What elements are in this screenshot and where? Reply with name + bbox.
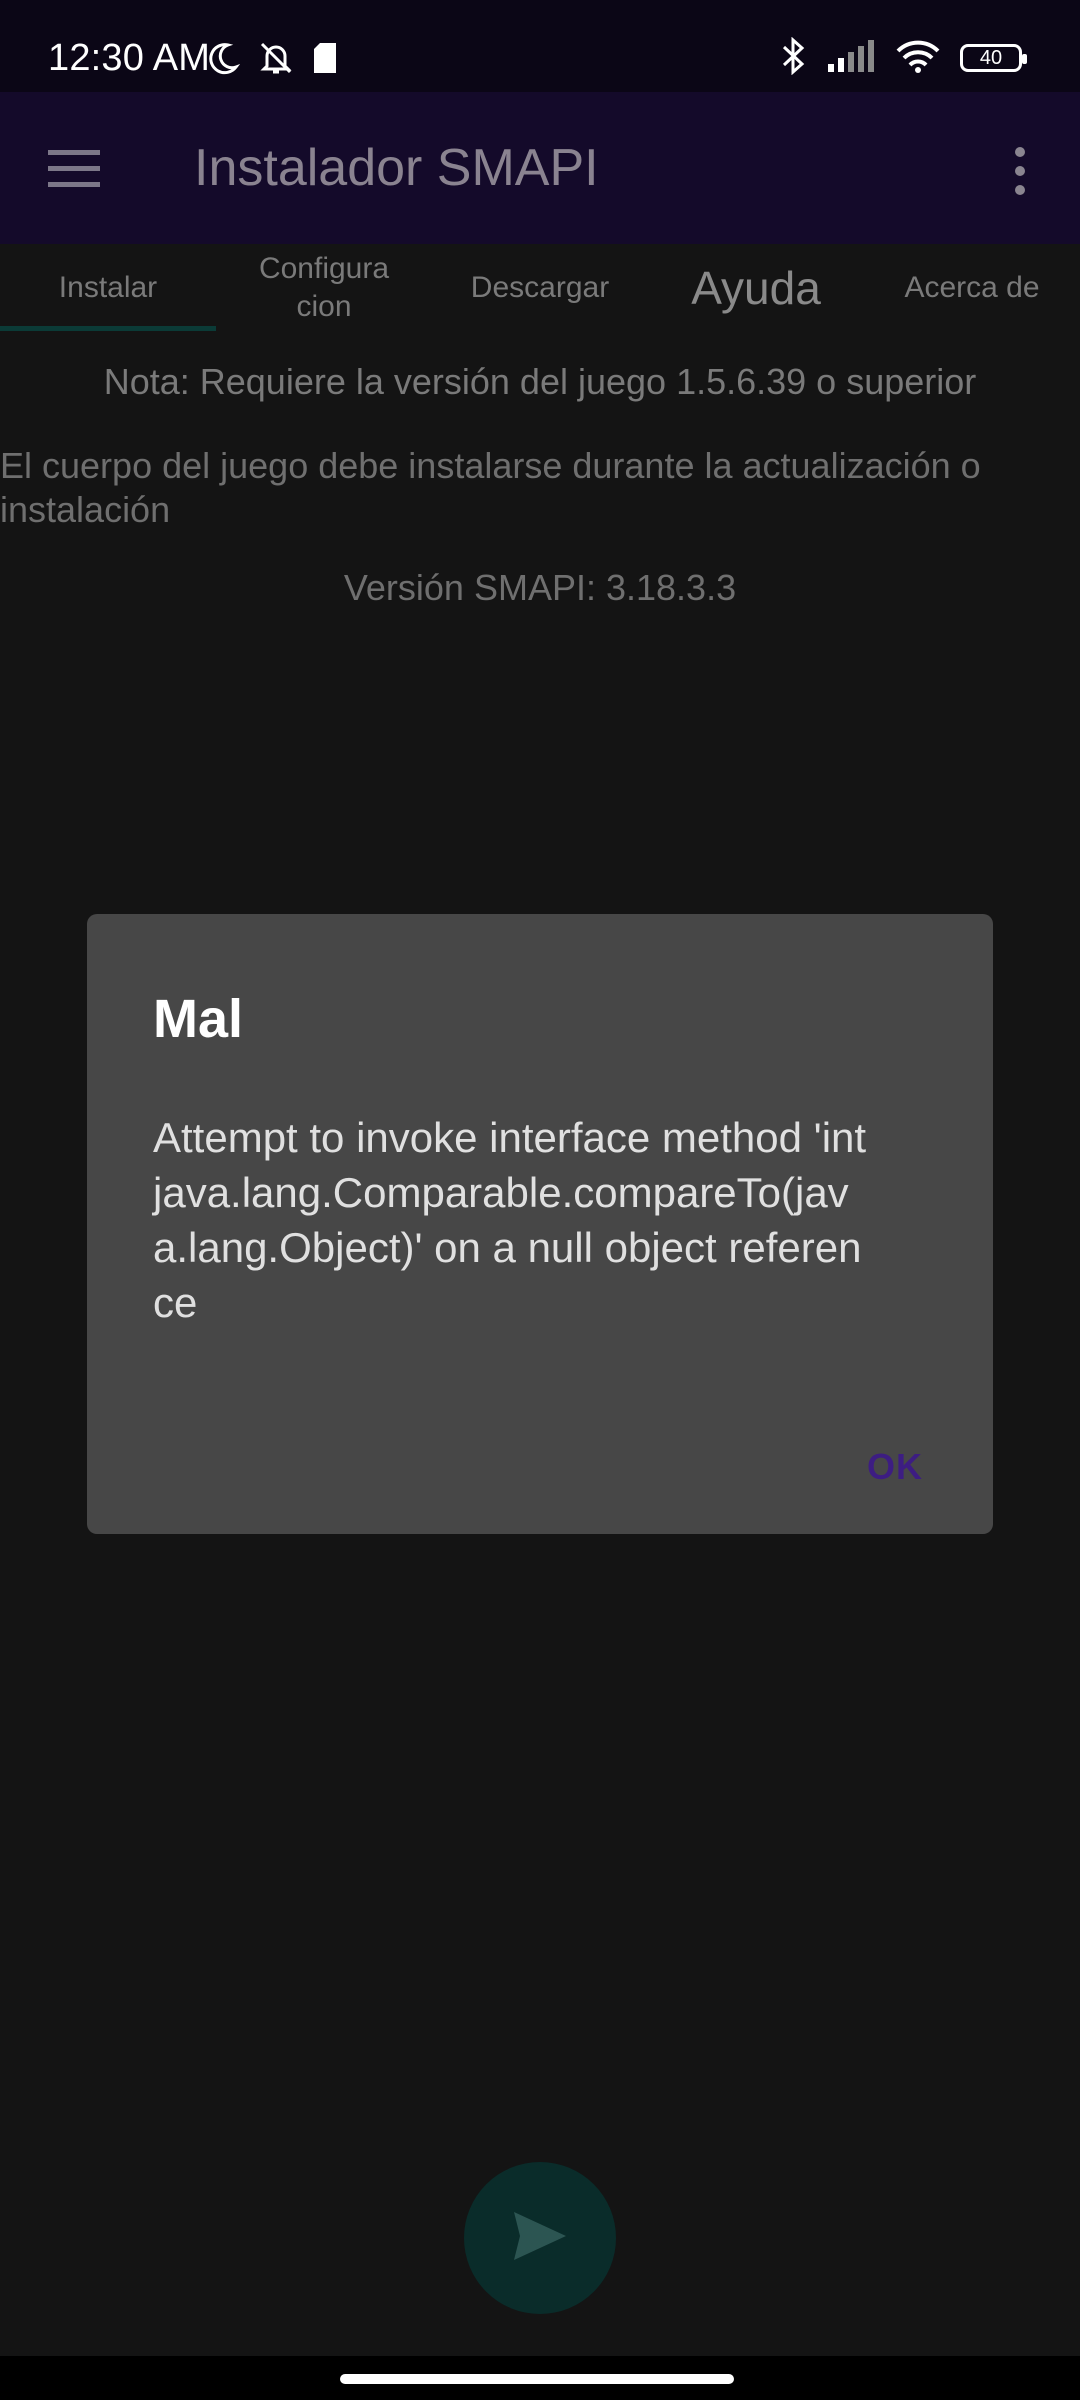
dialog-message: Attempt to invoke interface method 'int … bbox=[153, 1114, 867, 1326]
tab-ayuda[interactable]: Ayuda bbox=[648, 244, 864, 332]
moon-icon bbox=[206, 41, 241, 80]
more-vert-icon[interactable] bbox=[1014, 146, 1026, 196]
tab-configuracion[interactable]: Configura cion bbox=[216, 244, 432, 332]
bell-off-icon bbox=[258, 40, 294, 81]
tab-descargar[interactable]: Descargar bbox=[432, 244, 648, 332]
dialog-title: Mal bbox=[153, 989, 244, 1049]
app-title: Instalador SMAPI bbox=[194, 139, 599, 197]
send-icon bbox=[510, 2206, 570, 2271]
tab-acerca-de[interactable]: Acerca de bbox=[864, 244, 1080, 332]
status-right-icons: 40 bbox=[778, 36, 1027, 80]
smapi-version: Versión SMAPI: 3.18.3.3 bbox=[343, 567, 737, 608]
tab-indicator bbox=[0, 326, 216, 331]
app-bar: Instalador SMAPI bbox=[0, 92, 1080, 244]
tab-instalar[interactable]: Instalar bbox=[0, 244, 216, 332]
tab-bar: Instalar Configura cion Descargar Ayuda … bbox=[0, 244, 1080, 332]
status-left-icons bbox=[206, 38, 338, 82]
battery-icon: 40 bbox=[960, 44, 1027, 72]
requirement-note: Nota: Requiere la versión del juego 1.5.… bbox=[103, 361, 977, 402]
status-time: 12:30 AM bbox=[48, 37, 211, 79]
ok-button[interactable]: OK bbox=[867, 1446, 923, 1488]
signal-icon bbox=[828, 39, 876, 77]
install-info-text: El cuerpo del juego debe instalarse dura… bbox=[0, 445, 981, 530]
sim-card-icon bbox=[312, 42, 338, 79]
hamburger-menu-icon[interactable] bbox=[48, 148, 100, 188]
screen: 12:30 AM 40 Instalador SMAPI Instalar Co… bbox=[0, 0, 1080, 2400]
status-bar: 12:30 AM 40 bbox=[0, 0, 1080, 92]
install-fab-button[interactable] bbox=[464, 2162, 616, 2314]
navigation-bar bbox=[0, 2356, 1080, 2400]
home-indicator[interactable] bbox=[340, 2374, 734, 2384]
wifi-icon bbox=[896, 39, 940, 78]
error-dialog: Mal Attempt to invoke interface method '… bbox=[87, 914, 993, 1534]
battery-level: 40 bbox=[979, 47, 1003, 69]
bluetooth-icon bbox=[778, 36, 808, 80]
